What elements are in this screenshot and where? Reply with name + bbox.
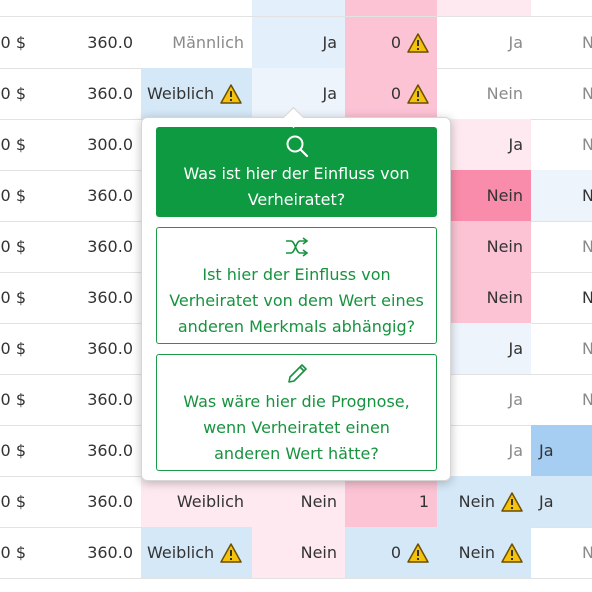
table-cell: 0 $ xyxy=(0,237,26,256)
table-cell: 0 $ xyxy=(0,33,26,52)
table-cell: 360.0 xyxy=(87,543,133,562)
table-cell: 360.0 xyxy=(87,237,133,256)
table-cell: Ja xyxy=(531,425,592,476)
table-cell: N xyxy=(582,288,592,307)
warning-icon xyxy=(220,83,242,104)
table-cell: 360.0 xyxy=(87,84,133,103)
table-cell: N xyxy=(582,237,592,256)
interaction-question-label: Ist hier der Einfluss von Verheiratet vo… xyxy=(169,265,424,336)
table-cell: N xyxy=(582,33,592,52)
warning-icon xyxy=(407,83,429,104)
table-cell: 0 $ xyxy=(0,288,26,307)
table-cell: Ja xyxy=(508,33,523,52)
table-cell: 360.0 xyxy=(87,33,133,52)
table-cell: 0 xyxy=(345,68,437,119)
table-cell: Nein xyxy=(437,476,531,527)
cell-value: Nein xyxy=(458,543,495,562)
warning-icon xyxy=(501,542,523,563)
warning-icon xyxy=(501,491,523,512)
table-cell: Ja xyxy=(437,119,531,170)
table-row: 0 $ 360.0 Männlich Ja 0 Ja N xyxy=(0,17,592,69)
table-cell: Ja xyxy=(531,476,592,527)
table-cell: Nein xyxy=(252,527,345,578)
table-cell: Ja xyxy=(437,323,531,374)
table-cell: Weiblich xyxy=(141,527,252,578)
table-cell: 360.0 xyxy=(87,492,133,511)
table-cell: N xyxy=(582,543,592,562)
cell-value: Weiblich xyxy=(147,84,215,103)
table-cell: N xyxy=(531,170,592,221)
table-cell: N xyxy=(582,339,592,358)
table-cell: N xyxy=(582,84,592,103)
table-cell: Ja xyxy=(508,441,523,460)
shuffle-icon xyxy=(284,234,310,260)
table-row xyxy=(0,0,592,17)
cell-value: 0 xyxy=(390,84,401,103)
influence-question-button[interactable]: Was ist hier der Einfluss von Verheirate… xyxy=(156,127,437,217)
table-cell: Ja xyxy=(508,390,523,409)
table-cell: Weiblich xyxy=(141,68,252,119)
cell-value: 0 xyxy=(390,33,401,52)
table-cell: Männlich xyxy=(172,33,244,52)
magnifier-icon xyxy=(284,133,310,159)
table-cell: Ja xyxy=(252,17,345,68)
warning-icon xyxy=(220,542,242,563)
table-cell: Nein xyxy=(486,84,523,103)
table-cell xyxy=(345,0,437,16)
table-cell: 360.0 xyxy=(87,288,133,307)
counterfactual-question-label: Was wäre hier die Prognose, wenn Verheir… xyxy=(183,392,410,463)
table-cell: 0 $ xyxy=(0,84,26,103)
table-cell: 360.0 xyxy=(87,390,133,409)
table-cell: Nein xyxy=(437,272,531,323)
table-cell: N xyxy=(582,135,592,154)
table-cell: 0 xyxy=(345,17,437,68)
table-cell: 360.0 xyxy=(87,339,133,358)
table-cell: 360.0 xyxy=(87,186,133,205)
table-cell: Weiblich xyxy=(141,476,252,527)
table-cell: Nein xyxy=(437,527,531,578)
table-cell: 0 xyxy=(345,527,437,578)
pencil-icon xyxy=(284,361,310,387)
influence-question-label: Was ist hier der Einfluss von Verheirate… xyxy=(183,164,410,209)
table-cell xyxy=(252,0,345,16)
counterfactual-question-button[interactable]: Was wäre hier die Prognose, wenn Verheir… xyxy=(156,354,437,471)
table-cell xyxy=(437,0,531,16)
table-cell: Nein xyxy=(437,170,531,221)
table-cell: 1 xyxy=(345,476,437,527)
table-cell: 360.0 xyxy=(87,441,133,460)
table-cell: 0 $ xyxy=(0,135,26,154)
cell-value: 0 xyxy=(390,543,401,562)
cell-value: Nein xyxy=(458,492,495,511)
table-cell: Nein xyxy=(252,476,345,527)
table-cell: 0 $ xyxy=(0,543,26,562)
table-cell: 300.0 xyxy=(87,135,133,154)
table-cell: 0 $ xyxy=(0,390,26,409)
question-popover: Was ist hier der Einfluss von Verheirate… xyxy=(141,117,451,481)
table-cell: 0 $ xyxy=(0,186,26,205)
warning-icon xyxy=(407,32,429,53)
table-cell: Nein xyxy=(437,221,531,272)
table-cell: 0 $ xyxy=(0,492,26,511)
cell-value: Weiblich xyxy=(147,543,215,562)
table-cell: 0 $ xyxy=(0,441,26,460)
interaction-question-button[interactable]: Ist hier der Einfluss von Verheiratet vo… xyxy=(156,227,437,344)
table-row: 0 $ 360.0 Weiblich Nein 0 Nein N xyxy=(0,527,592,579)
table-cell: 0 $ xyxy=(0,339,26,358)
table-row: 0 $ 360.0 Weiblich Nein 1 Nein Ja xyxy=(0,476,592,528)
table-cell: N xyxy=(582,390,592,409)
warning-icon xyxy=(407,542,429,563)
